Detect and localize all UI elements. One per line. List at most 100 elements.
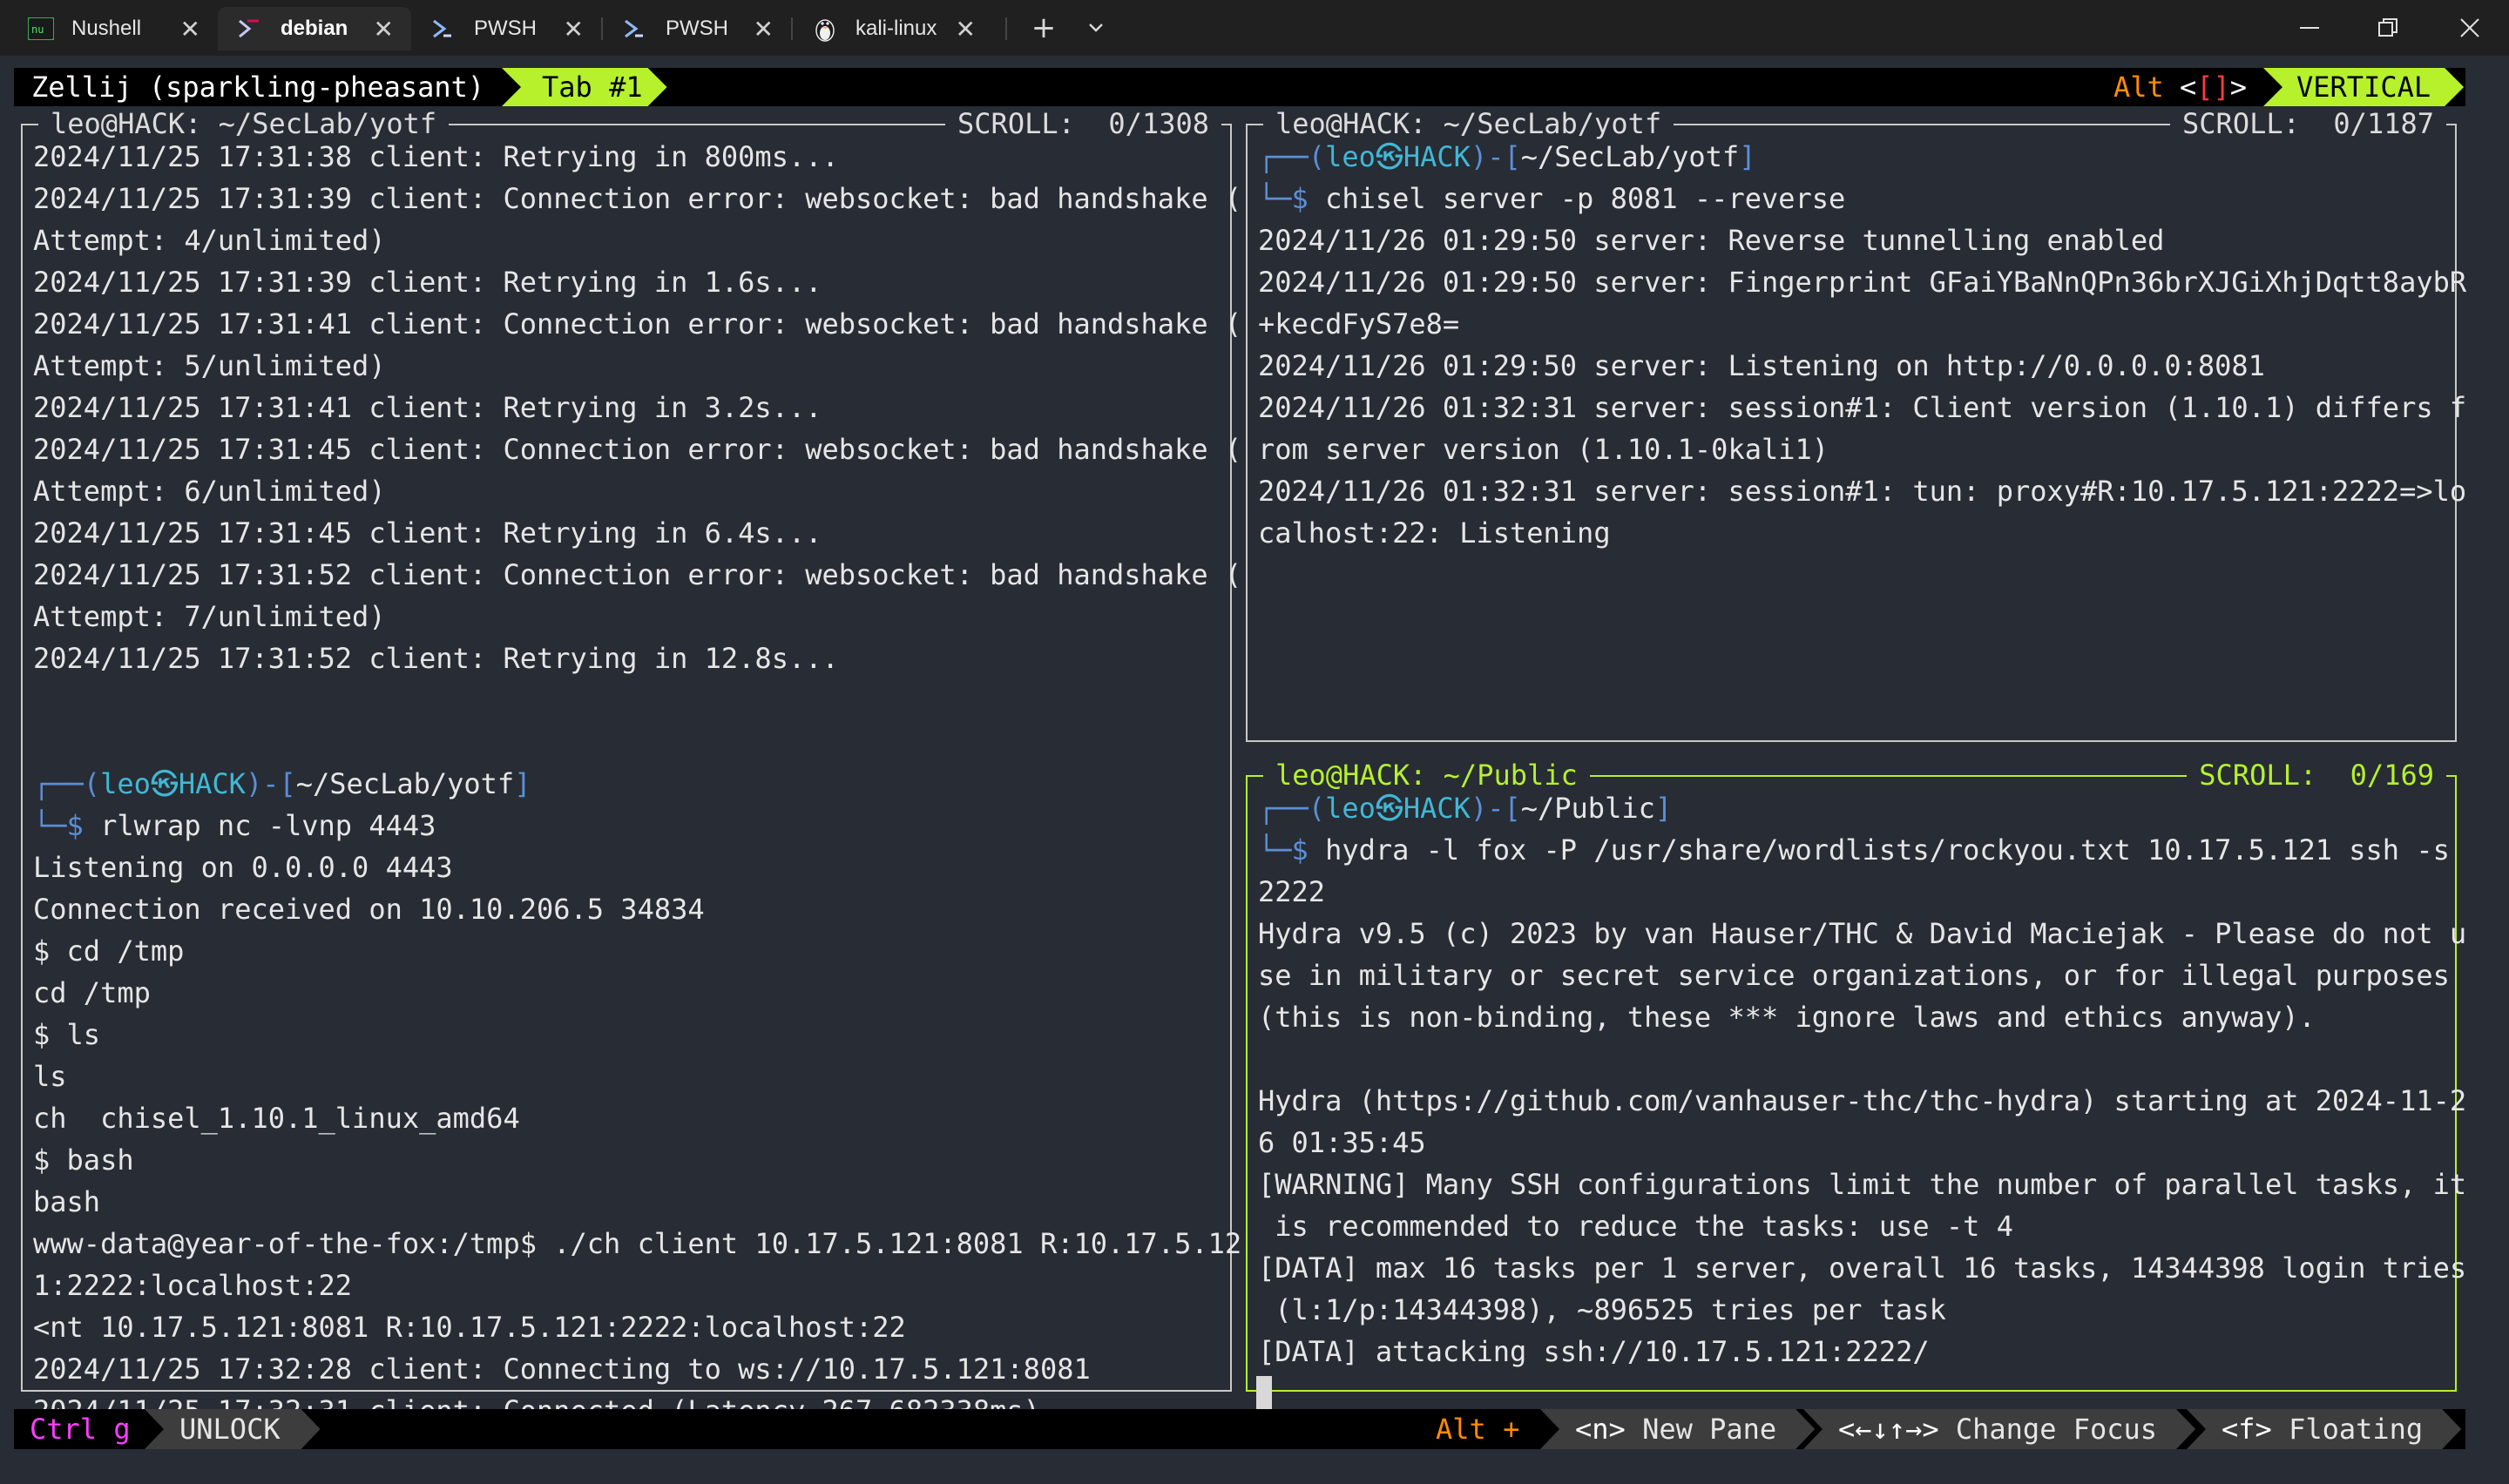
prompt-host: HACK [178,767,246,800]
zellij-tab-bar: Zellij (sparkling-pheasant) Tab #1 Alt <… [14,68,2465,106]
terminal-line: [WARNING] Many SSH configurations limit … [1258,1168,2467,1201]
close-icon[interactable]: ✕ [374,15,394,44]
scroll-indicator: SCROLL: 0/1187 [2170,108,2446,139]
pane-title: leo@HACK: ~/Public [1263,759,1590,791]
zellij-status-bar: Ctrl g UNLOCK Alt + <n> New Pane <←↓↑→> … [14,1409,2465,1449]
close-icon [2460,18,2479,37]
tab-label: PWSH [666,17,728,40]
terminal-line: $ bash [33,1143,134,1177]
terminal-line: 2024/11/25 17:31:52 client: Retrying in … [33,642,839,675]
terminal-line: ch chisel_1.10.1_linux_amd64 [33,1102,520,1135]
tab-debian[interactable]: debian ✕ [218,7,411,51]
ctrl-key-label: Ctrl g [30,1413,131,1446]
terminal-line: 1:2222:localhost:22 [33,1269,353,1302]
tux-icon [812,16,838,42]
prompt-host: HACK [1403,792,1471,825]
terminal-line: ls [33,1060,67,1093]
terminal-line: 2024/11/25 17:31:52 client: Connection e… [33,558,1242,591]
minimize-button[interactable] [2270,0,2349,56]
alt-key-label: Alt [2113,71,2164,104]
restore-icon [2378,18,2397,37]
terminal-line: 2024/11/26 01:29:50 server: Listening on… [1258,349,2265,382]
terminal-line: 2024/11/26 01:32:31 server: session#1: t… [1258,475,2467,508]
terminal-line: www-data@year-of-the-fox:/tmp$ ./ch clie… [33,1227,1242,1260]
scroll-indicator: SCROLL: 0/169 [2187,759,2446,791]
change-focus-hint[interactable]: <←↓↑→> Change Focus [1803,1409,2195,1449]
terminal-line: 2024/11/25 17:31:45 client: Retrying in … [33,516,822,550]
terminal-line: Attempt: 6/unlimited) [33,475,386,508]
text-cursor [1256,1376,1272,1411]
prompt-user: leo [1325,792,1376,825]
unlock-mode-chip[interactable]: UNLOCK [145,1409,321,1449]
prompt-host: HACK [1403,140,1471,173]
tab-dropdown-button[interactable] [1073,9,1119,47]
terminal-line: 2222 [1258,875,1326,908]
alt-plus-label: Alt + [1436,1413,1520,1446]
close-window-button[interactable] [2431,0,2509,56]
tab-divider [1005,17,1007,40]
tab-nushell[interactable]: nu Nushell ✕ [9,7,218,51]
chevron-down-icon [1089,24,1103,32]
layout-mode-badge[interactable]: VERTICAL [2263,68,2464,106]
zellij-tab-1[interactable]: Tab #1 [502,68,667,106]
tab-label: kali-linux [855,17,937,40]
terminal-line: 2024/11/25 17:31:38 client: Retrying in … [33,140,839,173]
terminal-line: (this is non-binding, these *** ignore l… [1258,1001,2316,1034]
terminal-line: Connection received on 10.10.206.5 34834 [33,893,705,926]
tab-label: debian [281,17,348,40]
prompt-user: leo [1325,140,1376,173]
terminal-line: is recommended to reduce the tasks: use … [1258,1210,2013,1243]
new-tab-button[interactable]: + [1021,9,1066,47]
shell-prompt-header: ┌──(leo㉿HACK)-[~/SecLab/yotf] [33,767,531,800]
terminal-line: 2024/11/25 17:31:39 client: Connection e… [33,182,1242,215]
shell-command: chisel server -p 8081 --reverse [1325,182,1846,215]
terminal-line: Listening on 0.0.0.0 4443 [33,851,453,884]
pane-top-right[interactable]: leo@HACK: ~/SecLab/yotf SCROLL: 0/1187 ┌… [1246,108,2466,742]
shell-command-line: └─$ hydra -l fox -P /usr/share/wordlists… [1258,833,2450,867]
close-icon[interactable]: ✕ [564,15,584,44]
shell-prompt-header: ┌──(leo㉿HACK)-[~/SecLab/yotf] [1258,140,1756,173]
floating-hint[interactable]: <f> Floating [2187,1409,2461,1449]
terminal-line: Hydra (https://github.com/vanhauser-thc/… [1258,1084,2467,1117]
terminal-line: 2024/11/26 01:32:31 server: session#1: C… [1258,391,2467,424]
powershell-icon [622,16,648,42]
terminal-line: [DATA] max 16 tasks per 1 server, overal… [1258,1251,2467,1285]
terminal-line: Attempt: 4/unlimited) [33,224,386,257]
minimize-icon [2300,27,2319,29]
prompt-path: ~/SecLab/yotf [1520,140,1740,173]
pane-bottom-right[interactable]: leo@HACK: ~/Public SCROLL: 0/169 ┌──(leo… [1246,759,2466,1411]
tab-kali-linux[interactable]: kali-linux ✕ [793,7,993,51]
tab-pwsh-1[interactable]: PWSH ✕ [411,7,601,51]
terminal-line: 2024/11/25 17:32:28 client: Connecting t… [33,1352,1091,1386]
terminal-line: <nt 10.17.5.121:8081 R:10.17.5.121:2222:… [33,1311,906,1344]
tab-pwsh-2[interactable]: PWSH ✕ [603,7,791,51]
terminal-line: $ ls [33,1018,101,1051]
terminal-line: Attempt: 7/unlimited) [33,600,386,633]
maximize-button[interactable] [2349,0,2427,56]
shell-command-line: └─$ rlwrap nc -lvnp 4443 [33,809,436,842]
close-icon[interactable]: ✕ [956,15,976,44]
prompt-path: ~/SecLab/yotf [295,767,515,800]
terminal-line: bash [33,1185,101,1218]
layout-swap-keys: <[]> [2180,71,2248,104]
terminal-line: 2024/11/26 01:29:50 server: Reverse tunn… [1258,224,2165,257]
terminal-line: +kecdFyS7e8= [1258,307,1460,341]
terminal-line: calhost:22: Listening [1258,516,1611,550]
terminal-line: Hydra v9.5 (c) 2023 by van Hauser/THC & … [1258,917,2467,950]
nushell-icon: nu [28,16,54,42]
scroll-indicator: SCROLL: 0/1308 [945,108,1221,139]
close-icon[interactable]: ✕ [180,15,200,44]
tab-label: PWSH [474,17,537,40]
prompt-path: ~/Public [1520,792,1655,825]
terminal-line: (l:1/p:14344398), ~896525 tries per task [1258,1293,1946,1326]
terminal-line: 6 01:35:45 [1258,1126,1426,1159]
tab-label: Nushell [71,17,142,40]
svg-text:nu: nu [31,24,44,36]
pane-left[interactable]: leo@HACK: ~/SecLab/yotf SCROLL: 0/1308 2… [21,108,1241,1427]
powershell-icon [430,16,456,42]
close-icon[interactable]: ✕ [754,15,774,44]
shell-prompt-header: ┌──(leo㉿HACK)-[~/Public] [1258,792,1673,825]
terminal-line: 2024/11/25 17:31:39 client: Retrying in … [33,266,822,299]
new-pane-hint[interactable]: <n> New Pane [1540,1409,1815,1449]
terminal-line: [DATA] attacking ssh://10.17.5.121:2222/ [1258,1335,1930,1368]
